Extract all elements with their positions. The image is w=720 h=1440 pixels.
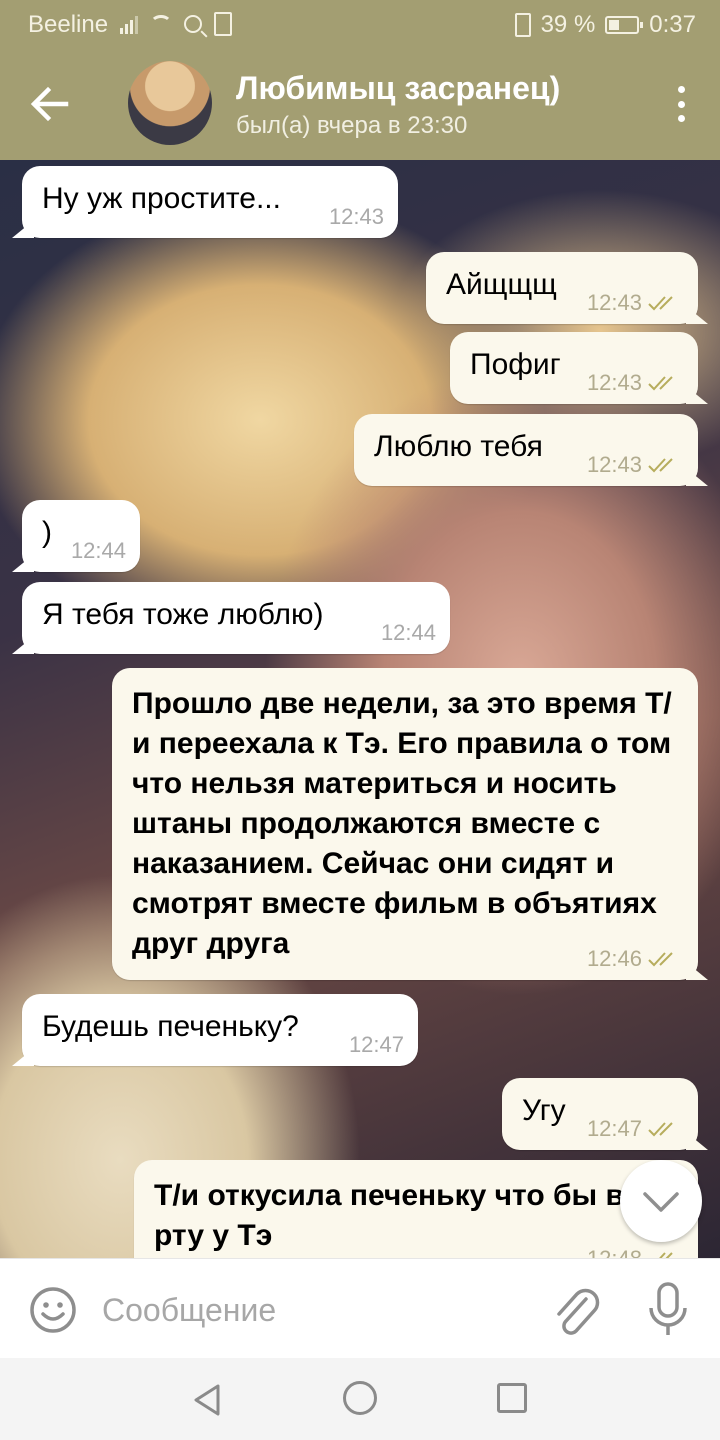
paperclip-icon <box>557 1288 600 1335</box>
message-time: 12:43 <box>586 452 642 477</box>
chat-title[interactable]: Любимыц засранец) <box>236 70 560 107</box>
message-input[interactable] <box>100 1279 524 1341</box>
message-time: 12:43 <box>586 290 642 315</box>
smiley-icon <box>30 1287 76 1333</box>
double-check-icon <box>648 458 673 473</box>
message-composer <box>0 1258 720 1359</box>
search-icon <box>184 15 202 33</box>
message-bubble[interactable]: Будешь печеньку? 12:47 <box>22 994 418 1066</box>
avatar[interactable] <box>128 61 212 145</box>
message-text: Пофиг <box>470 348 561 381</box>
arrow-left-icon <box>30 86 69 122</box>
chevron-down-icon <box>643 1192 679 1212</box>
battery-icon <box>605 16 644 34</box>
status-bar: Beeline 39 % 0:37 <box>0 0 720 48</box>
message-text: Прошло две недели, за это время Т/и пере… <box>132 687 672 960</box>
message-text: Ну уж простите... <box>42 182 281 215</box>
upload-icon <box>214 12 232 36</box>
wifi-icon <box>150 15 172 33</box>
message-time: 12:47 <box>348 1032 404 1057</box>
message-bubble[interactable]: Прошло две недели, за это время Т/и пере… <box>112 668 698 980</box>
message-bubble[interactable]: Люблю тебя 12:43 <box>354 414 698 486</box>
double-check-icon <box>648 952 673 967</box>
message-text: Я тебя тоже люблю) <box>42 598 324 631</box>
message-time: 12:43 <box>586 370 642 395</box>
message-text: Люблю тебя <box>374 430 543 463</box>
message-text: Угу <box>522 1094 566 1127</box>
message-bubble[interactable]: Угу 12:47 <box>502 1078 698 1150</box>
vibrate-icon <box>514 13 531 37</box>
chat-wallpaper: Ну уж простите... 12:43 Айщщщ 12:43 Пофи… <box>0 160 720 1258</box>
message-text: Айщщщ <box>446 268 557 301</box>
attach-button[interactable] <box>550 1283 602 1339</box>
clock: 0:37 <box>649 11 696 38</box>
message-bubble[interactable]: Айщщщ 12:43 <box>426 252 698 324</box>
message-time: 12:43 <box>328 204 384 229</box>
double-check-icon <box>648 296 673 311</box>
double-check-icon <box>648 376 673 391</box>
message-bubble[interactable]: Я тебя тоже люблю) 12:44 <box>22 582 450 654</box>
message-time: 12:46 <box>586 946 642 971</box>
microphone-icon <box>649 1282 687 1335</box>
nav-recents-icon[interactable] <box>497 1383 527 1413</box>
message-bubble[interactable]: Ну уж простите... 12:43 <box>22 166 398 238</box>
more-vert-icon[interactable] <box>676 86 686 122</box>
message-time: 12:48 <box>587 1246 642 1258</box>
battery-percent: 39 % <box>540 11 596 38</box>
nav-back-icon[interactable] <box>190 1382 226 1418</box>
message-text: Т/и откусила печеньку что бы во рту у Тэ <box>154 1179 642 1252</box>
message-time: 12:44 <box>380 620 436 645</box>
message-bubble[interactable]: Пофиг 12:43 <box>450 332 698 404</box>
message-bubble[interactable]: Т/и откусила печеньку что бы во рту у Тэ… <box>134 1160 698 1258</box>
signal-icon <box>120 14 138 34</box>
system-nav-bar <box>0 1358 720 1440</box>
message-time: 12:47 <box>586 1116 642 1141</box>
message-bubble[interactable]: ) 12:44 <box>22 500 140 572</box>
message-text: Будешь печеньку? <box>42 1010 299 1043</box>
scroll-down-button[interactable] <box>620 1160 702 1242</box>
carrier-name: Beeline <box>28 11 109 38</box>
message-text: ) <box>42 516 52 549</box>
status-icons <box>120 12 232 36</box>
chat-header: Любимыц засранец) был(а) вчера в 23:30 <box>0 48 720 160</box>
mic-button[interactable] <box>646 1281 690 1339</box>
double-check-icon <box>659 1252 673 1258</box>
last-seen-status: был(а) вчера в 23:30 <box>236 112 468 139</box>
back-button[interactable] <box>22 76 78 132</box>
status-right: 39 % 0:37 <box>514 11 696 39</box>
message-time: 12:44 <box>70 538 126 563</box>
nav-home-icon[interactable] <box>343 1381 377 1415</box>
double-check-icon <box>648 1122 673 1137</box>
emoji-button[interactable] <box>28 1285 78 1335</box>
